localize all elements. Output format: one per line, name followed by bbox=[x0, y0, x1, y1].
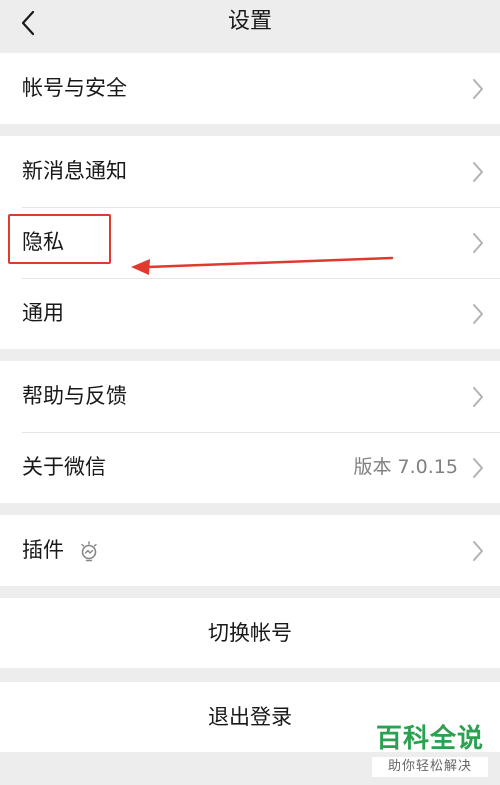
page-title: 设置 bbox=[227, 9, 272, 34]
chevron-right-icon bbox=[473, 79, 483, 99]
watermark-brand: 百科全说 bbox=[375, 724, 484, 754]
settings-row-general[interactable]: 通用 bbox=[0, 278, 500, 349]
row-label: 关于微信 bbox=[22, 455, 106, 479]
plugin-sparkle-icon bbox=[81, 541, 97, 562]
chevron-right-icon bbox=[473, 387, 483, 407]
switch-account-button[interactable]: 切换帐号 bbox=[0, 598, 500, 668]
settings-group-account: 帐号与安全 bbox=[0, 53, 500, 124]
settings-row-account-security[interactable]: 帐号与安全 bbox=[0, 53, 500, 124]
chevron-right-icon bbox=[473, 458, 483, 478]
row-label: 帮助与反馈 bbox=[22, 384, 127, 408]
settings-group-plugins: 插件 bbox=[0, 515, 500, 586]
row-label: 通用 bbox=[22, 301, 64, 325]
highlight-box-privacy bbox=[8, 214, 111, 264]
settings-row-notifications[interactable]: 新消息通知 bbox=[0, 136, 500, 207]
chevron-right-icon bbox=[473, 162, 483, 182]
chevron-right-icon bbox=[473, 233, 483, 253]
settings-row-plugins[interactable]: 插件 bbox=[0, 515, 500, 586]
chevron-right-icon bbox=[473, 304, 483, 324]
row-label: 帐号与安全 bbox=[22, 76, 127, 100]
settings-screen: 设置 帐号与安全 新消息通知 隐私 通用 帮助与反馈 关于微信 版本 7.0.1… bbox=[0, 0, 500, 785]
watermark: 百科全说 助你轻松解决 bbox=[372, 723, 488, 777]
watermark-tagline: 助你轻松解决 bbox=[372, 757, 488, 777]
version-value: 版本 7.0.15 bbox=[353, 456, 458, 478]
chevron-right-icon bbox=[473, 541, 483, 561]
row-label: 新消息通知 bbox=[22, 159, 127, 183]
row-label: 插件 bbox=[22, 538, 64, 562]
settings-group-about: 帮助与反馈 关于微信 版本 7.0.15 bbox=[0, 361, 500, 503]
settings-row-help-feedback[interactable]: 帮助与反馈 bbox=[0, 361, 500, 432]
nav-bar: 设置 bbox=[0, 0, 500, 48]
settings-row-about-wechat[interactable]: 关于微信 版本 7.0.15 bbox=[0, 432, 500, 503]
